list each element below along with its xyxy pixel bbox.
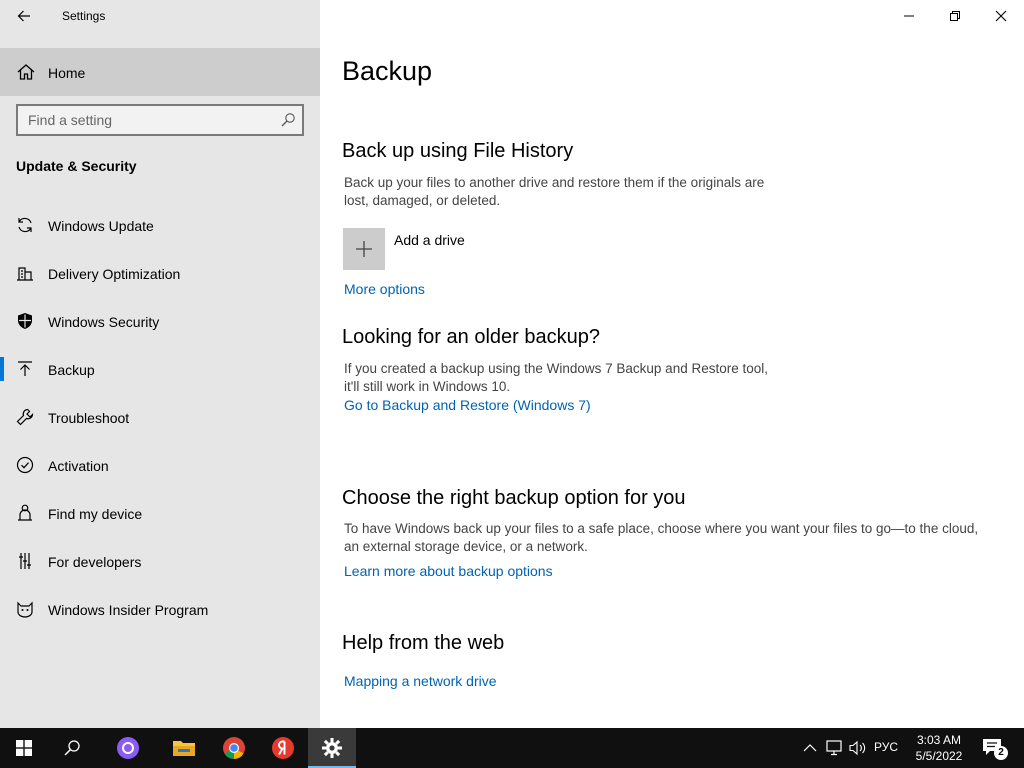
more-options-link[interactable]: More options [344, 281, 425, 297]
help-web-heading: Help from the web [342, 632, 505, 654]
check-circle-icon [16, 456, 34, 474]
insider-cat-icon [17, 601, 33, 618]
sidebar-item-home[interactable]: Home [0, 48, 320, 96]
sidebar-item-label: Find my device [48, 506, 143, 522]
home-icon [17, 64, 35, 80]
choose-backup-heading: Choose the right backup option for you [342, 487, 686, 509]
backup-restore-windows7-link[interactable]: Go to Backup and Restore (Windows 7) [344, 397, 591, 413]
file-history-description: Back up your files to another drive and … [344, 174, 764, 210]
choose-backup-description: To have Windows back up your files to a … [344, 520, 978, 556]
sidebar-item-label: Windows Security [48, 314, 160, 330]
settings-sidebar: Settings Home Update & Security Windows … [0, 0, 320, 728]
windows-start-icon [16, 740, 32, 756]
search-icon [64, 740, 80, 756]
description-line: it'll still work in Windows 10. [344, 379, 511, 394]
sidebar-item-label: Windows Insider Program [48, 602, 209, 618]
section-title: Update & Security [16, 158, 137, 174]
delivery-optimization-icon [17, 267, 33, 281]
sidebar-item-troubleshoot[interactable]: Troubleshoot [0, 393, 320, 441]
clock-date: 5/5/2022 [915, 749, 963, 763]
show-hidden-icons-button[interactable] [800, 738, 820, 758]
description-line: If you created a backup using the Window… [344, 361, 768, 376]
sidebar-item-windows-update[interactable]: Windows Update [0, 201, 320, 249]
title-bar: Settings [0, 0, 320, 32]
sidebar-item-label: Delivery Optimization [48, 266, 181, 282]
description-line: lost, damaged, or deleted. [344, 193, 501, 208]
sidebar-item-label: Activation [48, 458, 109, 474]
file-explorer-icon [173, 741, 195, 756]
sidebar-item-activation[interactable]: Activation [0, 441, 320, 489]
clock-time: 3:03 AM [916, 733, 962, 747]
back-button[interactable] [8, 4, 40, 28]
description-line: To have Windows back up your files to a … [344, 521, 979, 536]
notification-count-badge: 2 [994, 746, 1008, 760]
shield-icon [18, 313, 32, 329]
search-icon[interactable] [280, 112, 296, 128]
sidebar-item-for-developers[interactable]: For developers [0, 537, 320, 585]
clock[interactable]: 3:03 AM 5/5/2022 [910, 732, 968, 764]
sidebar-item-label: For developers [48, 554, 142, 570]
plus-icon [356, 241, 372, 257]
network-tray-button[interactable] [825, 738, 845, 758]
sync-icon [18, 217, 32, 233]
restore-button[interactable] [932, 0, 978, 32]
mapping-network-drive-link[interactable]: Mapping a network drive [344, 673, 497, 689]
start-button[interactable] [0, 728, 48, 768]
minimize-icon [904, 15, 914, 17]
wrench-icon [16, 408, 34, 426]
file-history-heading: Back up using File History [342, 140, 574, 162]
settings-gear-icon [322, 738, 342, 758]
sidebar-item-windows-insider[interactable]: Windows Insider Program [0, 585, 320, 633]
sidebar-item-label: Windows Update [48, 218, 154, 234]
sidebar-item-label: Troubleshoot [48, 410, 130, 426]
settings-taskbar-button[interactable] [308, 728, 356, 768]
alice-assistant-button[interactable] [104, 728, 152, 768]
alice-assistant-icon [117, 737, 139, 759]
sidebar-item-label: Backup [48, 362, 95, 378]
chevron-up-icon [803, 744, 817, 752]
sidebar-item-find-my-device[interactable]: Find my device [0, 489, 320, 537]
sidebar-item-label: Home [48, 65, 86, 81]
yandex-browser-button[interactable] [259, 728, 307, 768]
backup-arrow-icon [18, 361, 32, 376]
action-center-button[interactable]: 2 [980, 736, 1008, 760]
chrome-button[interactable] [210, 728, 258, 768]
main-content: Backup Back up using File History Back u… [320, 0, 1024, 728]
taskbar: РУС 3:03 AM 5/5/2022 2 [0, 728, 1024, 768]
restore-icon [950, 11, 960, 21]
add-drive-button[interactable] [343, 228, 385, 270]
developer-tools-icon [19, 553, 31, 569]
taskbar-search-button[interactable] [48, 728, 96, 768]
description-line: Back up your files to another drive and … [344, 175, 765, 190]
minimize-button[interactable] [886, 0, 932, 32]
add-drive-label[interactable]: Add a drive [394, 232, 465, 248]
close-icon [995, 10, 1007, 22]
file-explorer-button[interactable] [160, 728, 208, 768]
search-box[interactable] [16, 104, 304, 136]
active-indicator [0, 357, 4, 381]
arrow-left-icon [17, 10, 30, 22]
older-backup-description: If you created a backup using the Window… [344, 360, 768, 396]
language-indicator[interactable]: РУС [874, 740, 898, 754]
close-button[interactable] [978, 0, 1024, 32]
yandex-browser-icon [272, 737, 294, 759]
sidebar-item-windows-security[interactable]: Windows Security [0, 297, 320, 345]
person-location-icon [18, 504, 32, 521]
learn-more-backup-link[interactable]: Learn more about backup options [344, 563, 553, 579]
sidebar-item-backup[interactable]: Backup [0, 345, 320, 393]
description-line: an external storage device, or a network… [344, 539, 588, 554]
search-input[interactable] [18, 106, 268, 134]
chrome-icon [223, 737, 245, 759]
network-icon [826, 740, 842, 756]
older-backup-heading: Looking for an older backup? [342, 326, 600, 348]
sidebar-item-delivery-optimization[interactable]: Delivery Optimization [0, 249, 320, 297]
page-title: Backup [342, 56, 433, 86]
window-title: Settings [62, 9, 106, 23]
volume-tray-button[interactable] [848, 738, 868, 758]
volume-icon [849, 740, 866, 756]
